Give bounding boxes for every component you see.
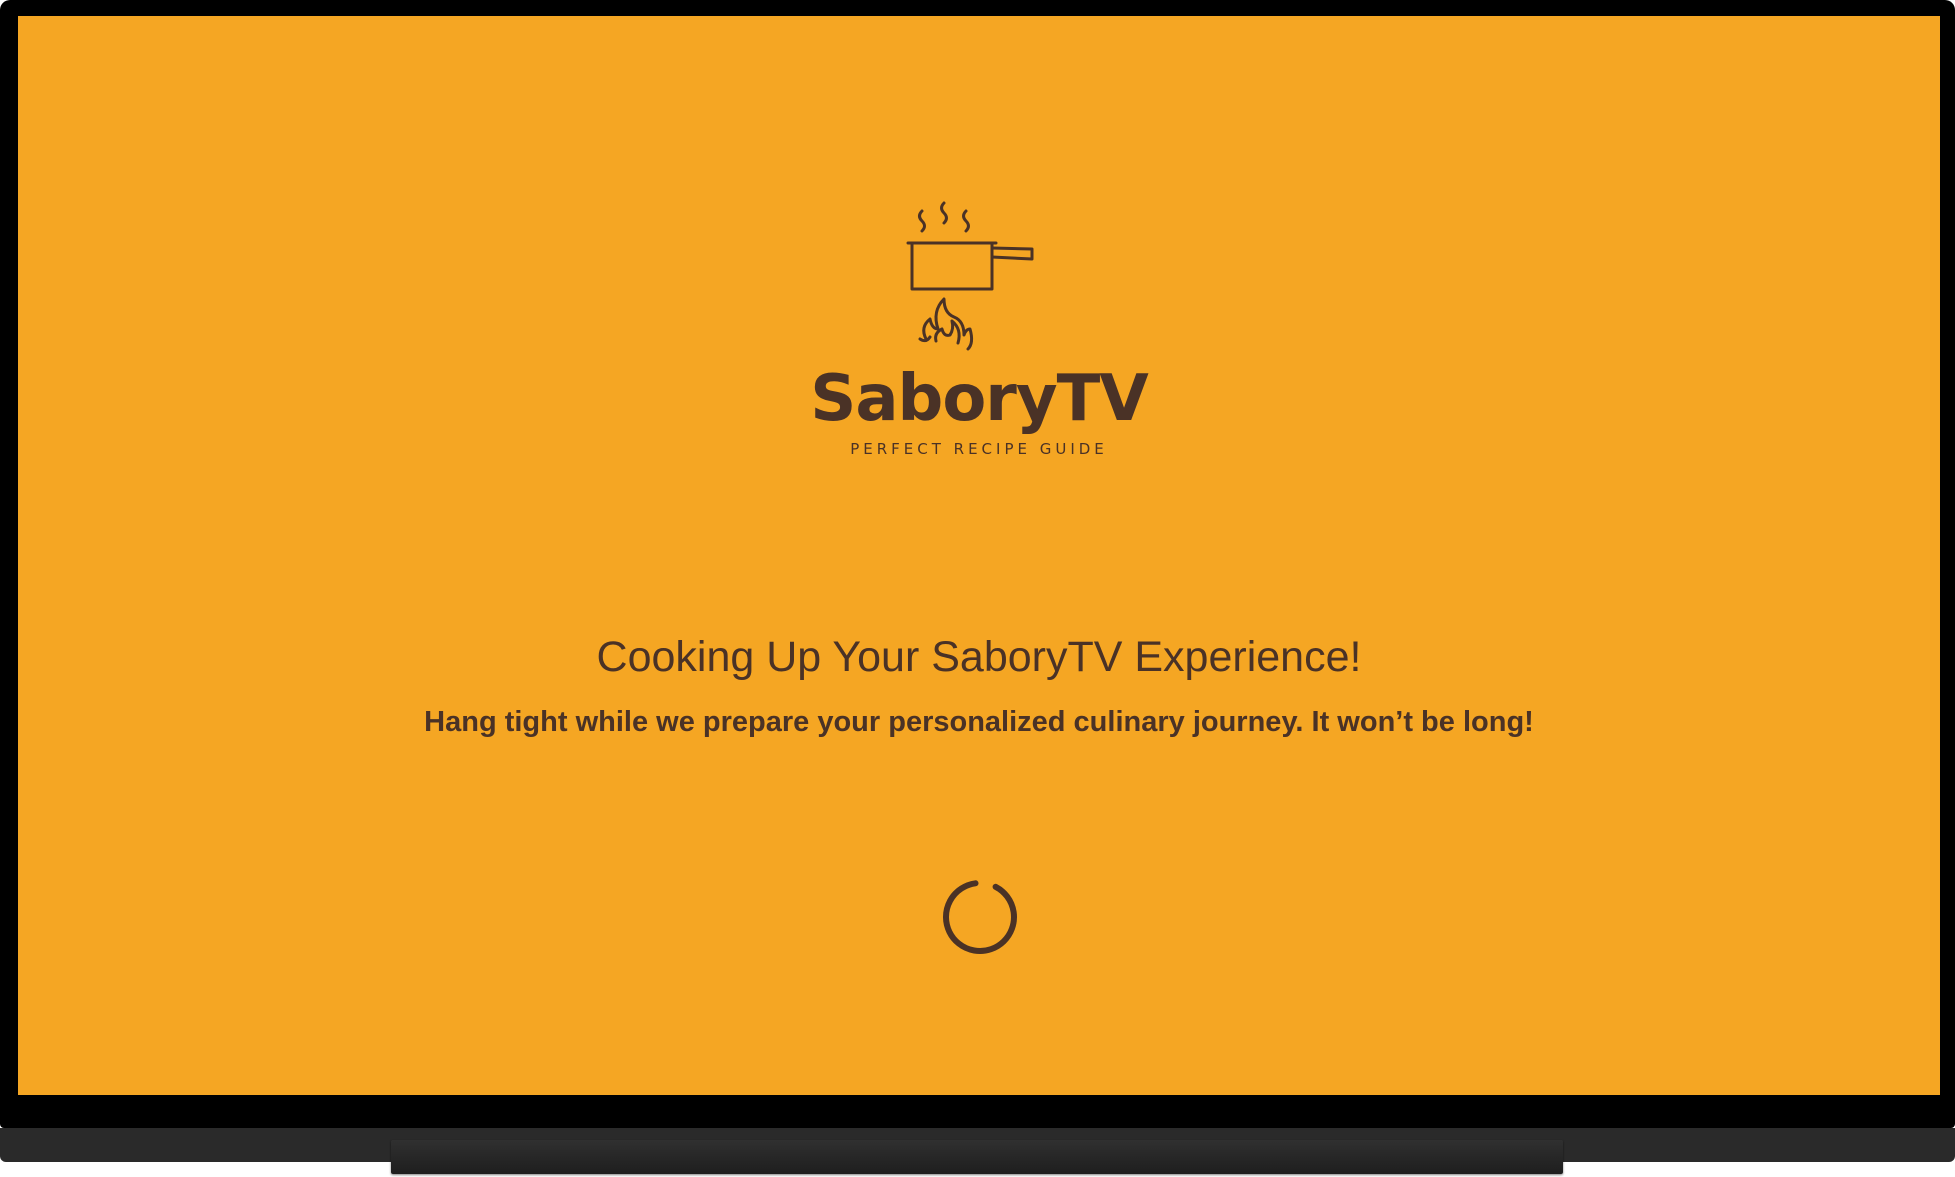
loading-spinner-icon: [935, 872, 1025, 962]
tv-device: SaboryTV PERFECT RECIPE GUIDE Cooking Up…: [0, 0, 1955, 1177]
brand-tagline: PERFECT RECIPE GUIDE: [850, 440, 1108, 458]
cooking-pot-on-flame-icon: [900, 191, 1060, 371]
brand-name: SaboryTV: [810, 362, 1149, 436]
loading-headline: Cooking Up Your SaboryTV Experience!: [596, 633, 1362, 681]
tv-stand: [391, 1140, 1563, 1174]
loading-message: Hang tight while we prepare your persona…: [424, 706, 1534, 738]
splash-screen: SaboryTV PERFECT RECIPE GUIDE Cooking Up…: [18, 16, 1940, 1095]
